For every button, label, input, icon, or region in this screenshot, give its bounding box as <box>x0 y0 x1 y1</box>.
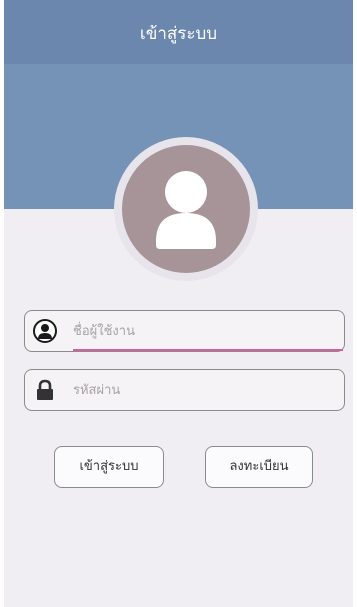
login-button[interactable]: เข้าสู่ระบบ <box>54 446 164 488</box>
password-field[interactable] <box>24 369 345 411</box>
page-title: เข้าสู่ระบบ <box>139 24 218 44</box>
password-input[interactable] <box>73 376 335 404</box>
title-bar: เข้าสู่ระบบ <box>4 0 353 64</box>
right-edge <box>353 0 357 607</box>
user-circle-icon <box>33 319 57 343</box>
username-input[interactable] <box>73 317 335 345</box>
login-screen: เข้าสู่ระบบ เข้าสู่ระบบ ลงทะเบีย <box>0 0 357 607</box>
username-field[interactable] <box>24 310 345 352</box>
user-avatar-icon <box>122 145 250 273</box>
register-button[interactable]: ลงทะเบียน <box>205 446 313 488</box>
username-focus-underline <box>73 349 343 351</box>
lock-icon <box>33 378 57 402</box>
